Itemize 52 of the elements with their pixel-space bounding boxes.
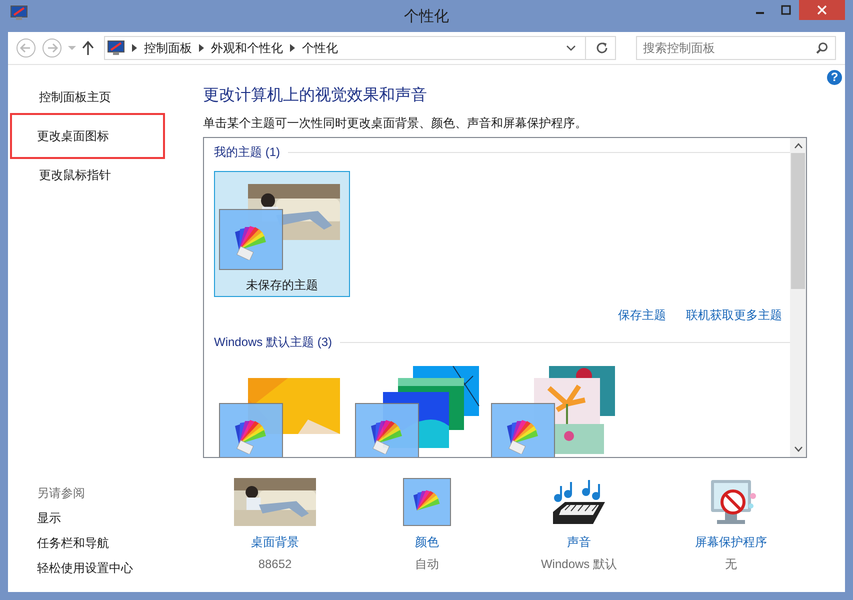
dropdown-icon[interactable] [566,45,576,51]
color-fan-icon [491,403,555,457]
sidebar-link[interactable]: 更改鼠标指针 [37,163,115,187]
sidebar-link[interactable]: 控制面板主页 [37,85,115,109]
setting-value: 88652 [258,556,292,573]
setting-link[interactable]: 颜色 [415,533,439,551]
setting-value: Windows 默认 [540,556,617,573]
description-text: 单击某个主题可一次性同时更改桌面背景、颜色、声音和屏幕保护程序。 [203,115,588,132]
theme-link[interactable]: 保存主题 [618,307,666,324]
scrollbar[interactable] [790,138,806,457]
page-heading: 更改计算机上的视觉效果和声音 [203,86,428,106]
search-icon [816,42,828,54]
window-title: 个性化 [404,6,449,26]
sidebar-link[interactable]: 更改桌面图标 [10,113,165,159]
up-arrow-icon[interactable] [82,41,94,55]
theme-card[interactable]: 未保存的主题 [214,171,350,297]
sidebar-link[interactable]: 显示 [37,508,61,528]
setting-value: 无 [725,556,737,573]
maximize-icon [781,5,791,15]
monitor-icon [107,40,125,56]
minimize-icon [756,12,764,14]
search-field[interactable]: 搜索控制面板 [636,36,836,60]
keyboard-icon [551,478,607,526]
refresh-icon[interactable] [595,41,609,55]
group-title: 我的主题 (1) [214,144,280,161]
sidebar-link[interactable]: 任务栏和导航 [37,533,109,553]
scroll-down-icon[interactable] [794,446,802,452]
section-title: 另请参阅 [37,485,86,502]
setting-link[interactable]: 桌面背景 [251,533,299,551]
setting-link[interactable]: 屏幕保护程序 [695,533,767,551]
sidebar-link[interactable]: 轻松使用设置中心 [37,558,133,578]
setting-link[interactable]: 声音 [567,533,591,551]
theme-name: 未保存的主题 [246,277,318,294]
chevron-icon [290,44,295,52]
breadcrumb-item[interactable]: 外观和个性化 [211,40,283,56]
group-title: Windows 默认主题 (3) [214,334,332,351]
chevron-icon [199,44,204,52]
color-fan-icon [403,478,451,526]
scroll-up-icon[interactable] [794,143,802,149]
close-icon [817,5,827,15]
monitor-icon [10,5,28,21]
chevron-icon [132,44,137,52]
theme-link[interactable]: 联机获取更多主题 [686,307,782,324]
setting-value: 自动 [415,556,439,573]
color-fan-icon [219,403,283,457]
breadcrumb-item[interactable]: 个性化 [302,40,338,56]
address-bar[interactable]: 控制面板 外观和个性化 个性化 [104,36,616,60]
breadcrumb-item[interactable]: 控制面板 [144,40,192,56]
color-fan-icon [355,403,419,457]
close-button[interactable] [799,0,845,20]
color-fan-icon [219,209,283,270]
help-icon[interactable]: ? [827,70,842,85]
